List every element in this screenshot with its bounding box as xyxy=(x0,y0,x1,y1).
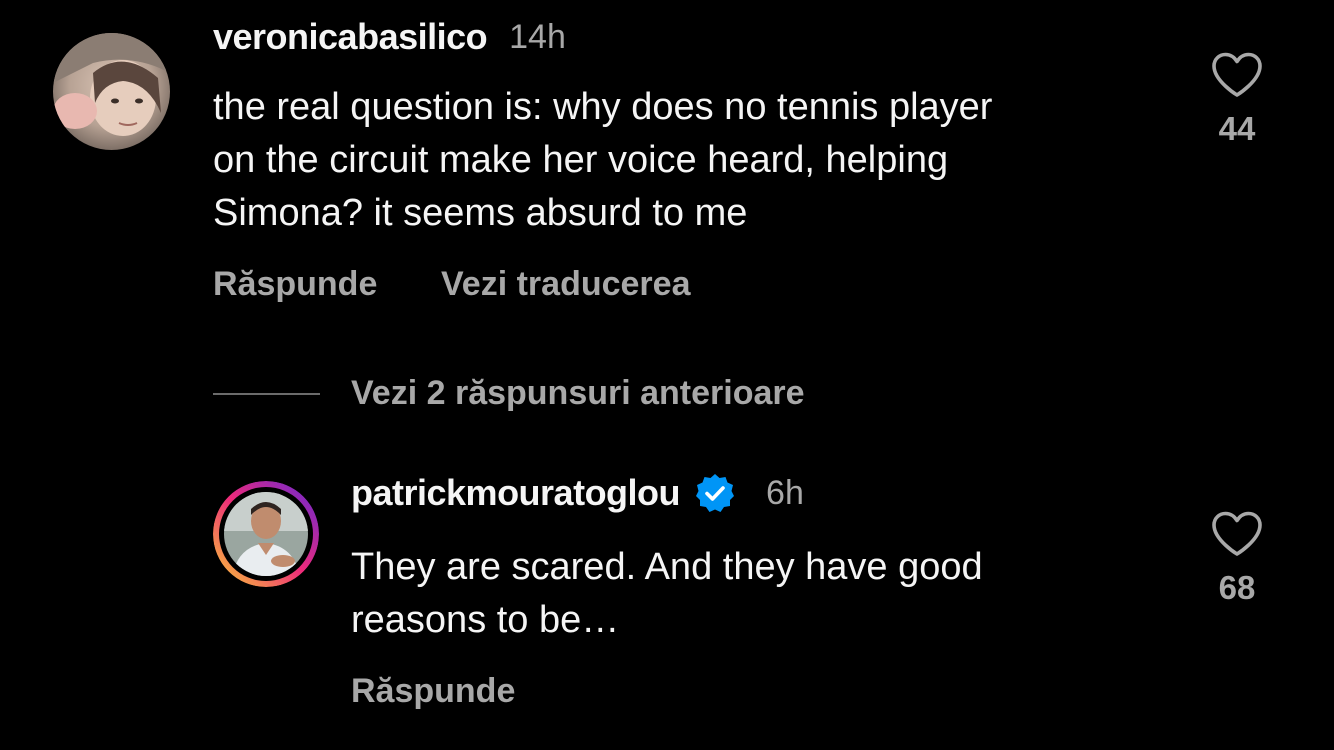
comment-header: patrickmouratoglou 6h xyxy=(351,472,804,514)
like-count: 44 xyxy=(1218,110,1256,147)
see-translation-button[interactable]: Vezi traducerea xyxy=(441,265,690,304)
comment-body: They are scared. And they have good reas… xyxy=(351,546,983,641)
avatar-patrickmouratoglou[interactable] xyxy=(213,481,319,587)
replies-divider-line xyxy=(213,392,320,395)
view-previous-replies-button[interactable]: Vezi 2 răspunsuri anterioare xyxy=(213,374,805,413)
like-group: 68 xyxy=(1207,511,1267,607)
avatar-veronicabasilico[interactable] xyxy=(53,33,170,150)
reply-button[interactable]: Răspunde xyxy=(351,672,515,711)
timestamp: 14h xyxy=(509,17,566,56)
username[interactable]: patrickmouratoglou xyxy=(351,472,681,514)
like-count: 68 xyxy=(1218,569,1256,606)
like-group: 44 xyxy=(1207,52,1267,148)
timestamp: 6h xyxy=(766,473,804,512)
reply-button[interactable]: Răspunde xyxy=(213,265,377,304)
comment-body: the real question is: why does no tennis… xyxy=(213,86,993,234)
heart-outline-icon[interactable] xyxy=(1211,511,1263,557)
view-replies-label: Vezi 2 răspunsuri anterioare xyxy=(351,374,805,412)
verified-badge-icon xyxy=(696,474,735,512)
comment-header: veronicabasilico 14h xyxy=(213,16,566,58)
username[interactable]: veronicabasilico xyxy=(213,16,488,58)
heart-outline-icon[interactable] xyxy=(1211,52,1263,98)
